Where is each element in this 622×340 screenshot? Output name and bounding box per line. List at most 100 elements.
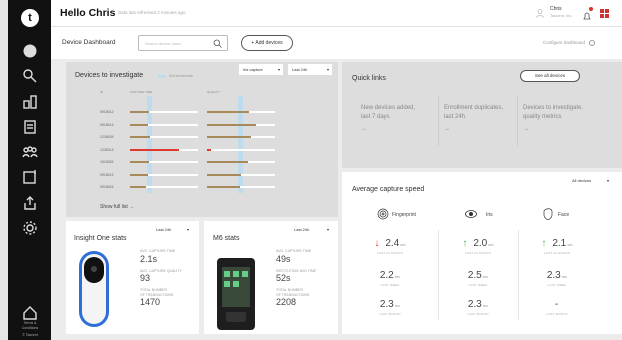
speed-metric: ↑ 2.0sec LAST 24 HOURS [448, 238, 508, 255]
quality-track [207, 173, 275, 176]
trend-up-icon: ↑ [462, 238, 468, 249]
col-quality: QUALITY [207, 90, 220, 94]
quality-track [207, 186, 275, 188]
stat-value: 2.1s [140, 253, 158, 264]
quality-bar [207, 123, 256, 126]
speed-value: 2.0 [473, 238, 488, 249]
face-label: Face [558, 212, 570, 218]
speed-value: 2.1 [552, 238, 567, 249]
capture-type-dropdown[interactable]: Iris capture [239, 64, 283, 75]
devices-icon[interactable] [21, 93, 39, 111]
divider [438, 96, 439, 146]
speed-value: 2.3 [467, 299, 482, 310]
speed-metric: ↑ 2.1sec LAST 24 HOURS [527, 238, 587, 255]
show-full-list-link[interactable]: Show full list → [100, 204, 134, 210]
user-name: Chris [550, 6, 562, 12]
speed-unit: sec [482, 275, 489, 279]
capture-bar [130, 148, 179, 151]
stat-value: 49s [276, 253, 291, 264]
stat-value: 93 [140, 273, 151, 283]
stat-item: AVG. CAPTURE QUALITY 93 [140, 269, 182, 284]
face-icon [543, 208, 553, 220]
stat-item: AVG. CAPTURE TIME 49s [276, 249, 316, 264]
divider [438, 230, 439, 320]
quality-track [207, 136, 275, 138]
quality-track [207, 148, 275, 151]
user-icon[interactable] [535, 8, 545, 18]
speed-unit: sec [488, 243, 494, 247]
app-frame: t Terms & Conditions © Tascent Hello Chri… [8, 0, 622, 340]
globe-icon[interactable] [21, 42, 39, 60]
stat-item: INSTITUTION: AVG TIME 52s [276, 269, 316, 284]
upload-icon[interactable] [21, 194, 39, 212]
stat-item: TOTAL NUMBER OF TRANSACTIONS 2208 [276, 288, 316, 307]
capture-bar [130, 186, 147, 188]
quality-track [207, 123, 275, 126]
speed-metric: 2.3sec LAST MONTH [448, 299, 508, 316]
document-icon[interactable] [21, 118, 39, 136]
speed-metric: 2.2sec LAST WEEK [360, 270, 420, 287]
m6-stats: AVG. CAPTURE TIME 49s INSTITUTION: AVG TIM… [276, 249, 316, 312]
card-title: Devices to investigate [75, 72, 144, 79]
divider [517, 96, 518, 146]
home-icon[interactable] [21, 304, 39, 322]
stat-label: TOTAL NUMBER OF TRANSACTIONS [140, 288, 174, 297]
m6-time-dropdown[interactable]: Last 24h [290, 224, 332, 235]
divider [518, 230, 519, 320]
footer-terms[interactable]: Terms & Conditions [12, 321, 48, 330]
time-range-dropdown[interactable]: Last 24h [288, 64, 332, 75]
device-filter-dropdown[interactable]: All devices [568, 175, 612, 186]
capture-track [130, 136, 198, 138]
bell-icon[interactable] [582, 7, 593, 20]
capture-track [130, 123, 198, 126]
capture-bar [130, 173, 148, 176]
iris-label: Iris [486, 212, 493, 218]
quick-link-new-devices[interactable]: New devices added, last 7 days → [361, 104, 415, 134]
speed-period: LAST 24 HOURS [544, 251, 570, 255]
stat-value: 2208 [276, 297, 297, 307]
capture-track [130, 186, 198, 188]
see-all-devices-button[interactable]: See all devices [520, 70, 580, 82]
tascent-logo[interactable]: t [21, 9, 39, 27]
speed-period: LAST 24 HOURS [465, 251, 491, 255]
device-id: 1236004 [100, 135, 114, 139]
quick-link-enrollment-duplicates[interactable]: Enrollment duplicates, last 24h → [444, 104, 503, 134]
speed-unit: sec [561, 275, 568, 279]
speed-value: 2.5 [467, 270, 482, 281]
benchmark-legend: Mid benchmark [169, 74, 193, 78]
insight-one-card: Insight One stats Last 24h AVG. CAPTURE … [66, 221, 199, 334]
capture-bar [130, 136, 151, 138]
speed-value: 2.4 [385, 238, 400, 249]
search-icon[interactable] [213, 39, 222, 48]
speed-unit: sec [482, 304, 489, 308]
speed-unit: sec [567, 243, 573, 247]
capture-track [130, 111, 198, 113]
insight-time-dropdown[interactable]: Last 24h [152, 224, 192, 235]
capture-track [130, 161, 198, 163]
speed-period: LAST MONTH [467, 312, 489, 316]
card-title: Insight One stats [74, 235, 127, 242]
add-devices-button[interactable]: + Add devices [241, 35, 293, 51]
sidebar: t Terms & Conditions © Tascent [8, 0, 51, 340]
search-list-icon[interactable] [21, 67, 39, 85]
device-id: 0918012 [100, 172, 114, 177]
speed-period: LAST MONTH [379, 312, 401, 316]
capture-track [130, 148, 198, 151]
configure-dashboard-link[interactable]: Configure dashboard [543, 40, 596, 46]
search-input[interactable]: Search device name [138, 35, 228, 51]
users-icon[interactable] [21, 143, 39, 161]
device-id: 0918012 [100, 110, 114, 114]
card-title: M6 stats [213, 235, 240, 242]
quality-bar [207, 111, 250, 113]
capture-bar [130, 161, 150, 163]
quality-track [207, 161, 275, 163]
stat-value: 1470 [140, 297, 161, 307]
report-icon[interactable] [21, 168, 39, 186]
quick-link-devices-to-investigate[interactable]: Devices to investigate, quality metrics → [523, 104, 583, 134]
user-menu[interactable]: Chris Tascent, Inc. [550, 6, 572, 18]
settings-icon[interactable] [21, 219, 39, 237]
apps-grid-icon[interactable] [600, 9, 609, 18]
gear-icon [589, 40, 596, 46]
search-placeholder: Search device name [145, 41, 182, 46]
speed-value: 2.3 [546, 270, 561, 281]
